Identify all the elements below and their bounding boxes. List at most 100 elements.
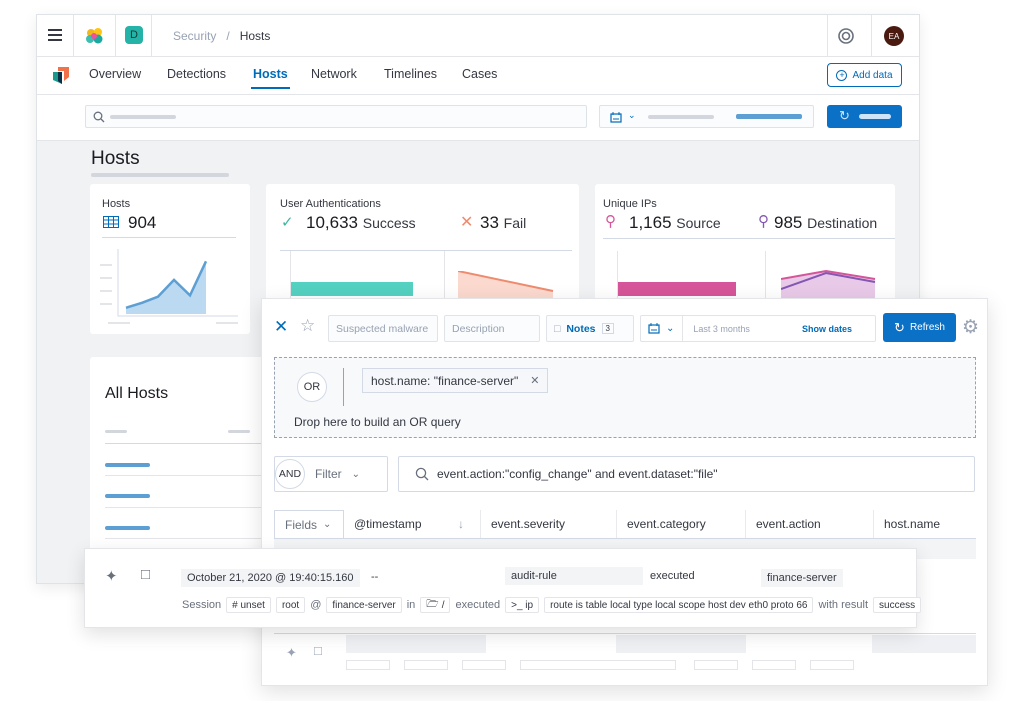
timeline-description-input[interactable]: Description [444, 315, 540, 342]
nav-bar: Overview Detections Hosts Network Timeli… [37, 57, 919, 95]
event-row[interactable]: ✦ □ October 21, 2020 @ 19:40:15.160 -- a… [84, 548, 922, 628]
space-avatar[interactable]: D [125, 26, 143, 44]
column-event-action[interactable]: event.action [746, 510, 874, 538]
comment-icon: □ [554, 322, 561, 335]
hosts-table-icon [103, 216, 119, 228]
hosts-count: 904 [128, 213, 157, 232]
x-tick-label [216, 322, 238, 324]
directory-chip[interactable]: 🗁 / [420, 597, 451, 613]
source-ip-label: Source [676, 215, 721, 231]
add-data-button[interactable]: + Add data [827, 63, 902, 87]
tab-cases[interactable]: Cases [462, 67, 497, 81]
host-row-link[interactable] [105, 463, 150, 467]
page-title: Hosts [91, 148, 140, 169]
session-id-chip[interactable]: # unset [226, 597, 271, 613]
breadcrumb-separator: / [226, 29, 230, 43]
top-bar: D Security / Hosts EA [37, 15, 919, 57]
process-args-chip[interactable]: route is table local type local scope ho… [544, 597, 814, 613]
gear-icon[interactable]: ⚙ [962, 316, 979, 339]
auth-success-count: 10,633 [306, 213, 358, 232]
search-icon [415, 467, 429, 481]
auth-fail-count: 33 [480, 213, 499, 232]
search-bar-row: ⌄ ↻ [37, 95, 919, 141]
add-data-label: Add data [852, 69, 893, 81]
session-label: Session [182, 599, 222, 611]
event-summary: Session # unset root @ finance-server in… [182, 597, 922, 613]
breadcrumb-hosts: Hosts [239, 29, 271, 43]
pin-icon[interactable]: ✦ [286, 645, 297, 661]
auth-success-label: Success [362, 215, 416, 231]
column-timestamp[interactable]: @timestamp ↓ [344, 510, 481, 538]
or-badge: OR [297, 372, 327, 402]
tab-detections[interactable]: Detections [167, 67, 226, 81]
result-chip[interactable]: success [873, 597, 922, 613]
star-icon[interactable]: ☆ [300, 316, 315, 336]
y-tick-label [100, 264, 112, 266]
event-timestamp: October 21, 2020 @ 19:40:15.160 [181, 569, 360, 587]
at-sign: @ [310, 599, 322, 611]
y-tick-label [100, 303, 112, 305]
tab-overview[interactable]: Overview [89, 67, 141, 81]
tab-network[interactable]: Network [311, 67, 357, 81]
refresh-button[interactable]: ↻ [827, 105, 902, 128]
y-tick-label [100, 277, 112, 279]
event-action: executed [650, 570, 695, 582]
host-chip[interactable]: finance-server [326, 597, 402, 613]
notes-label: Notes [566, 322, 596, 335]
with-result-label: with result [818, 599, 869, 611]
show-dates-link[interactable]: Show dates [802, 324, 852, 334]
chevron-down-icon: ⌄ [351, 468, 361, 480]
and-badge: AND [275, 459, 305, 489]
date-picker[interactable]: ⌄ [599, 105, 814, 128]
sort-down-icon[interactable]: ↓ [458, 517, 464, 531]
or-query-dropzone[interactable]: OR host.name: "finance-server" ✕ Drop he… [274, 357, 976, 438]
query-text: event.action:"config_change" and event.d… [437, 467, 718, 481]
user-chip[interactable]: root [275, 597, 306, 613]
comment-icon[interactable]: □ [141, 566, 150, 583]
executed-label: executed [455, 599, 501, 611]
hosts-card-label: Hosts [102, 198, 131, 210]
remove-filter-icon[interactable]: ✕ [530, 374, 539, 387]
refresh-icon: ↻ [894, 319, 905, 335]
tab-hosts[interactable]: Hosts [251, 67, 290, 89]
check-icon: ✓ [281, 214, 294, 231]
destination-ip-label: Destination [807, 215, 878, 231]
kql-search-input[interactable] [85, 105, 587, 128]
pin-icon[interactable]: ✦ [105, 567, 118, 585]
process-chip[interactable]: >_ ip [505, 597, 540, 613]
tab-timelines[interactable]: Timelines [384, 67, 437, 81]
timeline-title-input[interactable]: Suspected malware [328, 315, 438, 342]
notes-count-badge: 3 [601, 323, 614, 334]
column-host-name[interactable]: host.name [874, 510, 976, 538]
breadcrumb: Security / Hosts [173, 29, 270, 43]
plus-circle-icon: + [836, 69, 848, 81]
host-row-link[interactable] [105, 526, 150, 530]
menu-icon[interactable] [48, 29, 62, 41]
help-icon[interactable] [837, 27, 855, 45]
breadcrumb-security[interactable]: Security [173, 29, 216, 43]
filter-pill-label: host.name: "finance-server" [371, 373, 519, 388]
auth-card-label: User Authentications [280, 198, 381, 210]
security-app-icon [52, 66, 70, 86]
timeline-query-input[interactable]: event.action:"config_change" and event.d… [398, 456, 975, 492]
timeline-date-picker[interactable]: ⌄ Last 3 months Show dates [640, 315, 876, 342]
host-row-link[interactable] [105, 494, 150, 498]
date-range-label: Last 3 months [693, 323, 750, 334]
hosts-trend-chart [100, 249, 238, 324]
column-event-category[interactable]: event.category [617, 510, 746, 538]
and-filter-button[interactable]: AND Filter ⌄ [274, 456, 388, 492]
filter-pill[interactable]: host.name: "finance-server" ✕ [362, 368, 549, 393]
column-event-severity[interactable]: event.severity [481, 510, 617, 538]
calendar-icon [610, 112, 622, 123]
fields-button[interactable]: Fields ⌄ [274, 510, 344, 539]
elastic-logo-icon[interactable] [85, 27, 105, 45]
source-ip-count: 1,165 [629, 213, 672, 232]
comment-icon[interactable]: □ [314, 643, 322, 658]
notes-button[interactable]: □ Notes 3 [546, 315, 634, 342]
user-avatar[interactable]: EA [884, 26, 904, 46]
close-icon[interactable]: ✕ [274, 317, 288, 337]
source-ip-bar [618, 282, 736, 296]
chevron-down-icon: ⌄ [666, 323, 675, 334]
timeline-refresh-button[interactable]: ↻ Refresh [883, 313, 956, 342]
search-icon [93, 111, 105, 123]
